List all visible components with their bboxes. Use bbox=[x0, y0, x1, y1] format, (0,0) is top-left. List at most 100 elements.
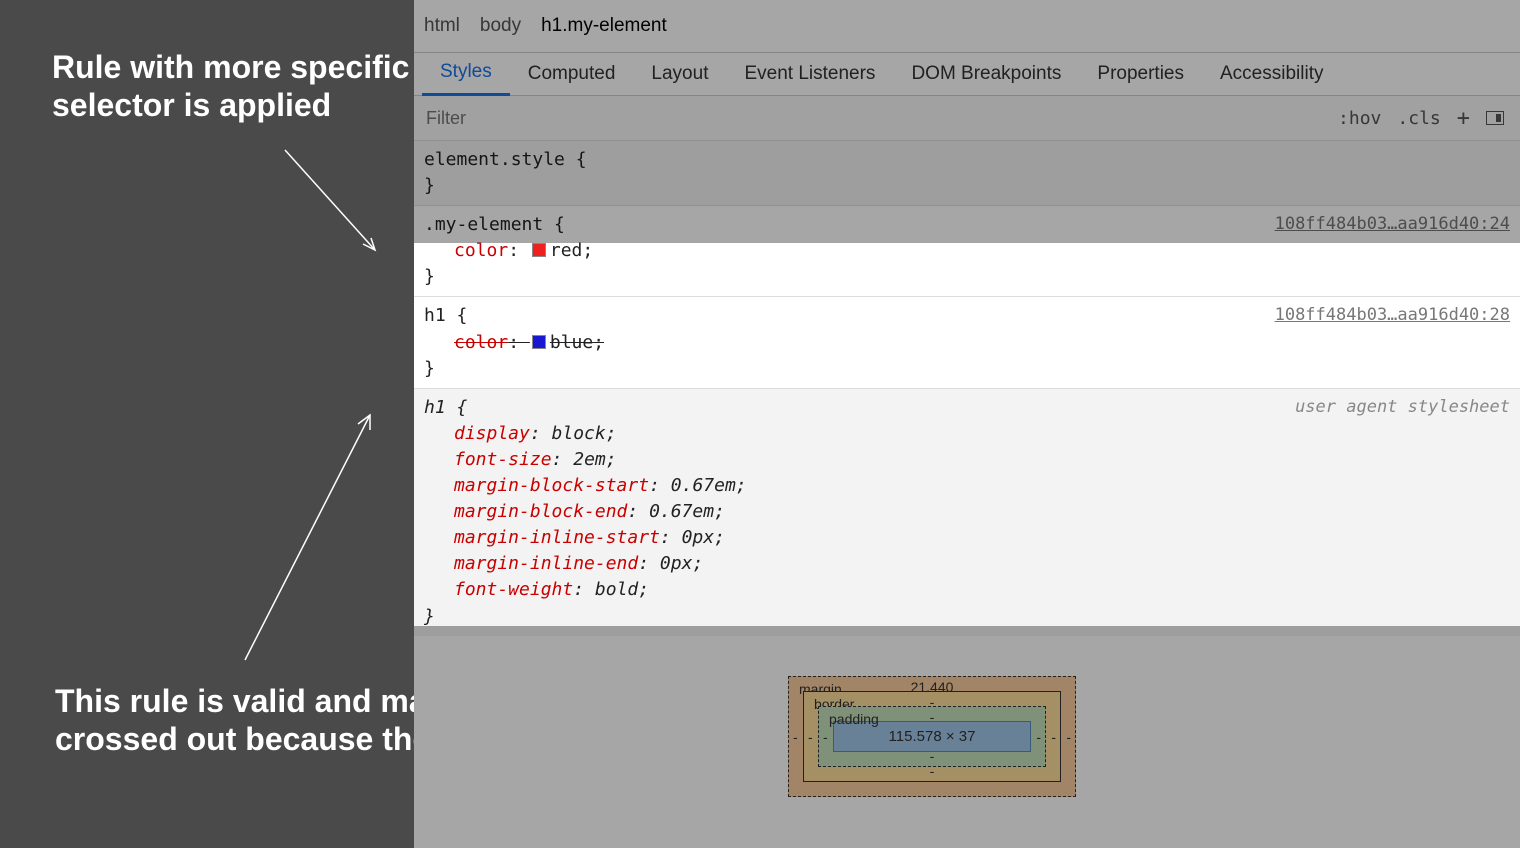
selector-text: h1 { bbox=[424, 397, 467, 418]
colon: : bbox=[638, 553, 660, 574]
annotation-specific-selector: Rule with more specific selector is appl… bbox=[52, 48, 409, 125]
tab-computed[interactable]: Computed bbox=[510, 55, 634, 95]
property-name: margin-block-start bbox=[454, 475, 649, 496]
property-name: margin-inline-start bbox=[454, 527, 660, 548]
property-name: font-size bbox=[454, 449, 552, 470]
property-name: color bbox=[454, 240, 508, 261]
property-value: red bbox=[550, 240, 583, 261]
property-value: 0.67em bbox=[671, 475, 736, 496]
colon: : bbox=[660, 527, 682, 548]
color-swatch-icon[interactable] bbox=[532, 243, 546, 257]
box-model-padding[interactable]: padding - - - 115.578 × 37 - bbox=[818, 706, 1046, 767]
semicolon: ; bbox=[692, 553, 703, 574]
rule-my-element[interactable]: 108ff484b03…aa916d40:24 .my-element { co… bbox=[414, 206, 1520, 297]
breadcrumb-item[interactable]: html bbox=[424, 15, 460, 37]
close-brace: } bbox=[424, 175, 435, 196]
declaration[interactable]: font-weight: bold; bbox=[424, 577, 1510, 603]
cls-toggle[interactable]: .cls bbox=[1397, 108, 1440, 129]
declaration[interactable]: font-size: 2em; bbox=[424, 447, 1510, 473]
padding-right-value: - bbox=[1036, 729, 1041, 745]
border-left-value: - bbox=[808, 729, 813, 745]
colon: : bbox=[627, 501, 649, 522]
property-value: 0px bbox=[660, 553, 693, 574]
selector-text: h1 { bbox=[424, 305, 467, 326]
declaration[interactable]: color: red; bbox=[424, 238, 1510, 264]
property-name: margin-block-end bbox=[454, 501, 627, 522]
declaration-overridden[interactable]: color: blue; bbox=[424, 330, 1510, 356]
tabs: Styles Computed Layout Event Listeners D… bbox=[414, 53, 1520, 96]
semicolon: ; bbox=[593, 332, 604, 353]
border-bottom-value: - bbox=[804, 763, 1060, 779]
declaration[interactable]: margin-block-start: 0.67em; bbox=[424, 473, 1510, 499]
semicolon: ; bbox=[606, 423, 617, 444]
padding-left-value: - bbox=[823, 729, 828, 745]
semicolon: ; bbox=[736, 475, 747, 496]
property-value: block bbox=[552, 423, 606, 444]
colon: : bbox=[552, 449, 574, 470]
annotation-text: Rule with more specific bbox=[52, 49, 409, 85]
source-user-agent: user agent stylesheet bbox=[1295, 395, 1510, 420]
padding-bottom-value: - bbox=[819, 748, 1045, 764]
hov-toggle[interactable]: :hov bbox=[1338, 108, 1381, 129]
tab-properties[interactable]: Properties bbox=[1079, 55, 1202, 95]
semicolon: ; bbox=[582, 240, 593, 261]
tab-layout[interactable]: Layout bbox=[633, 55, 726, 95]
tab-styles[interactable]: Styles bbox=[422, 53, 510, 96]
close-brace: } bbox=[424, 606, 435, 627]
tab-event-listeners[interactable]: Event Listeners bbox=[726, 55, 893, 95]
box-model-border[interactable]: border - - - padding - - - 115.578 × 37 … bbox=[803, 691, 1061, 782]
declaration[interactable]: display: block; bbox=[424, 421, 1510, 447]
rule-h1[interactable]: 108ff484b03…aa916d40:28 h1 { color: blue… bbox=[414, 297, 1520, 388]
box-model-margin[interactable]: margin 21.440 - - border - - - padding -… bbox=[788, 676, 1076, 797]
tab-accessibility[interactable]: Accessibility bbox=[1202, 55, 1341, 95]
selector-text: element.style { bbox=[424, 149, 587, 170]
tab-dom-breakpoints[interactable]: DOM Breakpoints bbox=[893, 55, 1079, 95]
arrow-icon bbox=[275, 140, 395, 270]
breadcrumb-item[interactable]: body bbox=[480, 15, 521, 37]
close-brace: } bbox=[424, 266, 435, 287]
property-value: 0px bbox=[682, 527, 715, 548]
colon: : bbox=[530, 423, 552, 444]
property-name: color bbox=[454, 332, 508, 353]
declaration[interactable]: margin-inline-end: 0px; bbox=[424, 551, 1510, 577]
breadcrumb-item-selected[interactable]: h1.my-element bbox=[541, 15, 667, 37]
margin-left-value: - bbox=[793, 729, 798, 745]
arrow-icon bbox=[230, 400, 400, 680]
semicolon: ; bbox=[638, 579, 649, 600]
semicolon: ; bbox=[714, 527, 725, 548]
filter-input[interactable] bbox=[414, 96, 1322, 140]
new-style-rule-button[interactable]: + bbox=[1457, 106, 1470, 131]
colon: : bbox=[508, 240, 530, 261]
devtools-panel: html body h1.my-element Styles Computed … bbox=[414, 0, 1520, 848]
semicolon: ; bbox=[714, 501, 725, 522]
property-name: display bbox=[454, 423, 530, 444]
property-value: bold bbox=[595, 579, 638, 600]
toggle-sidebar-icon[interactable] bbox=[1486, 111, 1504, 125]
box-model-widget[interactable]: margin 21.440 - - border - - - padding -… bbox=[788, 676, 1076, 797]
border-right-value: - bbox=[1051, 729, 1056, 745]
filter-bar: :hov .cls + bbox=[414, 96, 1520, 141]
close-brace: } bbox=[424, 358, 435, 379]
colon: : bbox=[573, 579, 595, 600]
semicolon: ; bbox=[606, 449, 617, 470]
rule-element-style[interactable]: element.style { } bbox=[414, 141, 1520, 206]
declaration[interactable]: margin-block-end: 0.67em; bbox=[424, 499, 1510, 525]
property-value: 0.67em bbox=[649, 501, 714, 522]
source-link[interactable]: 108ff484b03…aa916d40:28 bbox=[1275, 303, 1510, 328]
property-name: font-weight bbox=[454, 579, 573, 600]
margin-right-value: - bbox=[1066, 729, 1071, 745]
breadcrumb: html body h1.my-element bbox=[414, 0, 1520, 53]
color-swatch-icon[interactable] bbox=[532, 335, 546, 349]
property-value: blue bbox=[550, 332, 593, 353]
selector-text: .my-element { bbox=[424, 214, 565, 235]
annotation-text: selector is applied bbox=[52, 87, 331, 123]
styles-rules: element.style { } 108ff484b03…aa916d40:2… bbox=[414, 141, 1520, 636]
filter-toggles: :hov .cls + bbox=[1322, 106, 1520, 131]
colon: : bbox=[649, 475, 671, 496]
padding-top-value: - bbox=[819, 709, 1045, 725]
source-link[interactable]: 108ff484b03…aa916d40:24 bbox=[1275, 212, 1510, 237]
rule-user-agent[interactable]: user agent stylesheet h1 { display: bloc… bbox=[414, 389, 1520, 636]
property-name: margin-inline-end bbox=[454, 553, 638, 574]
declaration[interactable]: margin-inline-start: 0px; bbox=[424, 525, 1510, 551]
colon: : bbox=[508, 332, 530, 353]
